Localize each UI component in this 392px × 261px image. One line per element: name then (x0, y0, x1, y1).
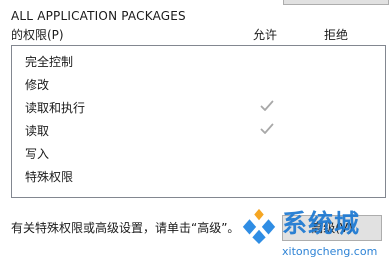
security-permissions-panel: ALL APPLICATION PACKAGES 的权限(P) 允许 拒绝 完全… (0, 0, 392, 261)
allow-check-icon (260, 100, 274, 111)
permission-label: 读取 (25, 124, 50, 138)
allow-check-icon (260, 123, 274, 134)
deny-column-header: 拒绝 (324, 28, 349, 42)
advanced-button[interactable]: 高级(V) (282, 215, 382, 241)
permission-row-read-execute: 读取和执行 (12, 96, 385, 119)
permission-row-write: 写入 (12, 142, 385, 165)
permissions-list: 完全控制 修改 读取和执行 读取 写入 特殊权限 (11, 45, 386, 198)
permission-row-modify: 修改 (12, 73, 385, 96)
allow-column-header: 允许 (253, 28, 278, 42)
permission-label: 写入 (25, 147, 50, 161)
watermark-logo-icon (242, 208, 276, 244)
permission-row-read: 读取 (12, 119, 385, 142)
edit-button-edge[interactable] (283, 0, 389, 5)
watermark-url: xitongcheng.com (282, 245, 378, 258)
permission-label: 完全控制 (25, 55, 74, 69)
permission-label: 特殊权限 (25, 170, 74, 184)
permission-row-special: 特殊权限 (12, 165, 385, 188)
permission-row-full-control: 完全控制 (12, 50, 385, 73)
permission-label: 修改 (25, 78, 50, 92)
group-name-heading: ALL APPLICATION PACKAGES (11, 9, 186, 23)
advanced-settings-note: 有关特殊权限或高级设置，请单击“高级”。 (11, 221, 240, 235)
permission-label: 读取和执行 (25, 101, 86, 115)
permissions-title: 的权限(P) (11, 28, 64, 42)
